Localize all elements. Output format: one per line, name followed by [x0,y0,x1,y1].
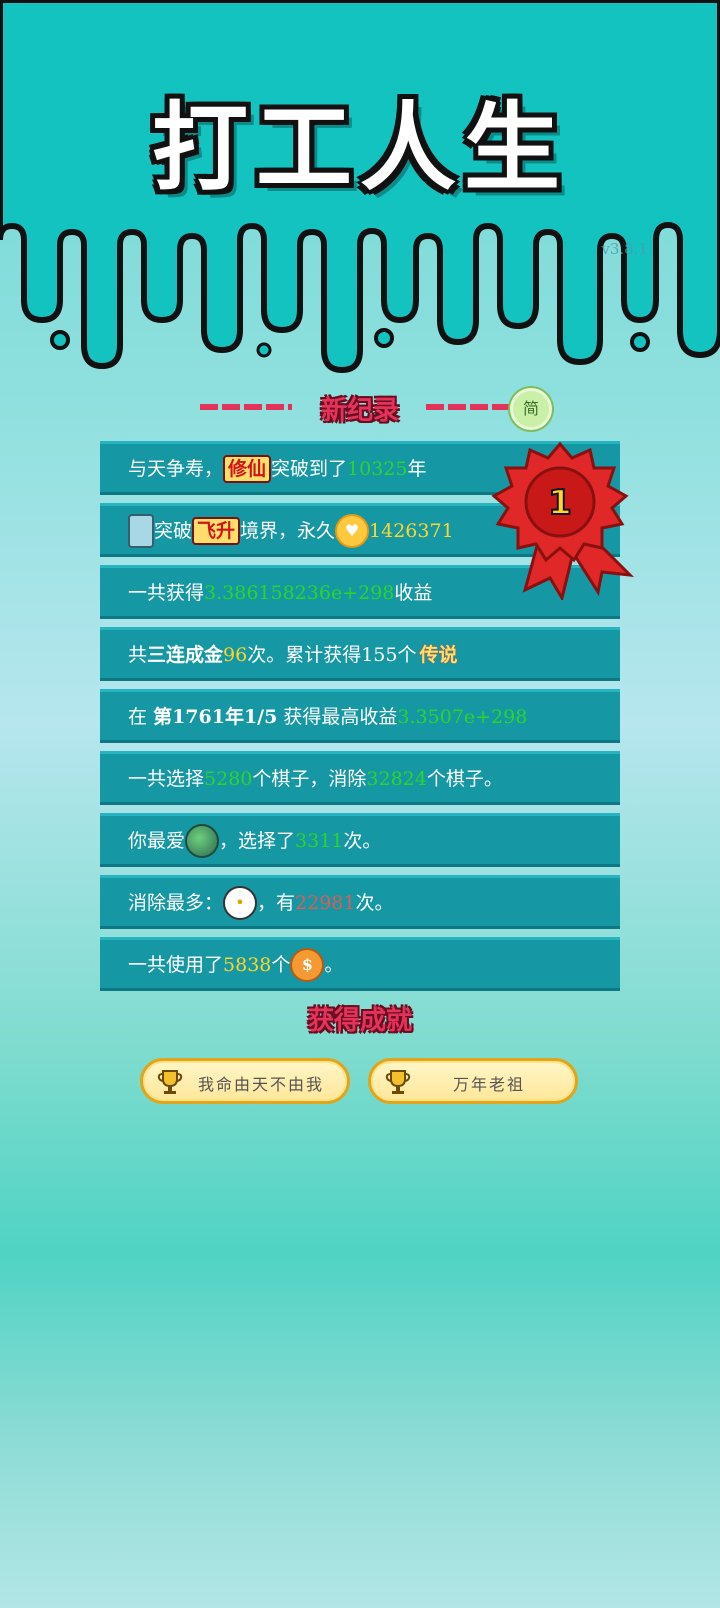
record-value-2: 32824 [366,768,427,790]
record-value: 1426371 [369,520,454,542]
record-row: 共三连成金96次。累计获得155个 传说 [100,627,620,681]
header-decoration-left [200,404,292,410]
ascension-tag: 飞升 [192,517,241,545]
record-value: 22981 [295,892,356,914]
fridge-icon [128,514,154,548]
record-value: 5838 [223,954,272,976]
achievement-label: 我命由天不由我 [197,1075,324,1094]
game-title: 打工人生 [152,92,568,204]
record-value: 10325 [347,458,408,480]
record-row: 一共选择5280个棋子，消除32824个棋子。 [100,751,620,805]
planet-icon [185,824,220,858]
rank-medal-icon: 1 [491,441,635,600]
rank-number: 1 [548,483,572,523]
version-label: v3.8.1 [601,240,648,258]
achievements-title: 获得成就 [307,1006,412,1036]
top-banner: 打工人生 v3.8.1 [0,0,720,374]
record-row: 消除最多： • ，有22981次。 [100,875,620,929]
record-value: 3.386158236e+298 [204,582,395,604]
header-decoration-right [426,404,512,410]
achievement-badge[interactable]: 我命由天不由我 [140,1058,350,1104]
dollar-coin-icon: $ [290,948,325,982]
heart-coin-icon: ♥ [335,514,370,548]
egg-icon: • [223,886,258,920]
record-value: 5280 [204,768,253,790]
record-row: 在 第1761年1/5 获得最高收益3.3507e+298 [100,689,620,743]
record-value: 3311 [295,830,344,852]
simplified-toggle-button[interactable]: 简 [510,388,552,430]
achievement-badge[interactable]: 万年老祖 [368,1058,578,1104]
achievement-label: 万年老祖 [452,1075,525,1094]
new-record-header: 新纪录 [0,380,720,430]
record-value: 96 [223,644,248,666]
trophy-icon [157,1070,183,1094]
new-record-title: 新纪录 [320,396,399,426]
cultivation-tag: 修仙 [223,455,272,483]
trophy-icon [385,1070,411,1094]
record-row: 你最爱 ，选择了3311次。 [100,813,620,867]
record-value: 3.3507e+298 [397,706,528,728]
legend-tag: 传说 [419,644,458,666]
record-row: 一共使用了5838个 $。 [100,937,620,991]
